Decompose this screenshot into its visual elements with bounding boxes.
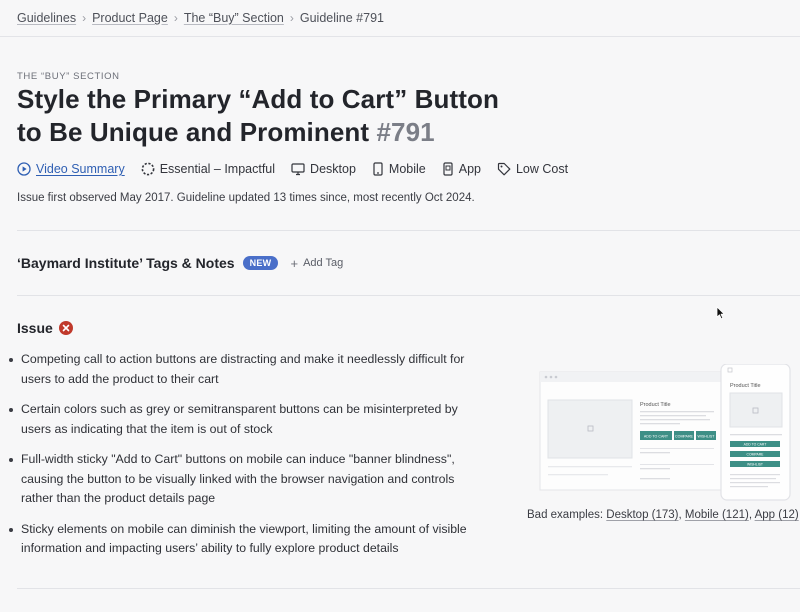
chevron-right-icon: › <box>173 11 178 25</box>
importance-label: Essential – Impactful <box>159 162 276 176</box>
mobile-icon <box>373 162 383 176</box>
app-label: App <box>458 162 481 176</box>
plus-icon: + <box>290 255 299 271</box>
divider <box>17 588 800 589</box>
breadcrumb-buy-section[interactable]: The “Buy” Section <box>184 11 284 25</box>
divider <box>17 295 800 296</box>
new-badge: NEW <box>242 256 279 270</box>
issue-bullet-list: Competing call to action buttons are dis… <box>9 350 479 570</box>
desktop-wishlist: WISHLIST <box>698 434 716 438</box>
list-item: Full-width sticky "Add to Cart" buttons … <box>9 450 479 509</box>
mobile-wishlist: WISHLIST <box>747 462 763 466</box>
desktop-mockup: Product Title ADD TO CART COMPARE WISHLI… <box>539 371 727 491</box>
guideline-meta-row: Video Summary Essential – Impactful Desk… <box>17 160 584 178</box>
play-circle-icon <box>17 162 31 176</box>
bad-examples-label: Bad examples: <box>527 509 604 521</box>
price-tag-icon <box>497 162 511 176</box>
list-item: Certain colors such as grey or semitrans… <box>9 400 479 439</box>
chevron-right-icon: › <box>82 11 87 25</box>
desktop-icon <box>291 163 305 176</box>
bad-example-illustration[interactable]: Product Title ADD TO CART COMPARE WISHLI… <box>538 364 792 504</box>
breadcrumb-product-page[interactable]: Product Page <box>92 11 168 25</box>
issue-history-text: Issue first observed May 2017. Guideline… <box>17 192 475 204</box>
breadcrumb-current: Guideline #791 <box>299 11 384 25</box>
dashed-circle-icon <box>141 162 155 176</box>
title-line-1: Style the Primary “Add to Cart” Button <box>17 84 499 114</box>
divider <box>17 230 800 231</box>
mobile-product-title: Product Title <box>730 383 761 389</box>
cost-label: Low Cost <box>515 162 569 176</box>
title-line-2: to Be Unique and Prominent <box>17 117 370 147</box>
mobile-mockup: Product Title ADD TO CART COMPARE WISHLI… <box>720 364 791 501</box>
page-title: Style the Primary “Add to Cart” Button t… <box>17 83 537 149</box>
chevron-right-icon: › <box>289 11 294 25</box>
breadcrumb-guidelines[interactable]: Guidelines <box>17 11 76 25</box>
platform-app[interactable]: App <box>442 162 481 176</box>
desktop-label: Desktop <box>310 162 356 176</box>
issue-heading-label: Issue <box>17 320 53 336</box>
platform-mobile[interactable]: Mobile <box>372 162 426 176</box>
bad-examples-links: Bad examples: Desktop (173), Mobile (121… <box>527 509 799 521</box>
section-eyebrow: The “Buy” Section <box>17 71 120 82</box>
bad-examples-mobile-link[interactable]: Mobile (121) <box>685 509 749 521</box>
add-tag-button[interactable]: + Add Tag <box>290 256 343 271</box>
desktop-compare: COMPARE <box>675 434 694 438</box>
platform-desktop[interactable]: Desktop <box>291 162 356 176</box>
app-icon <box>443 162 453 176</box>
mobile-compare: COMPARE <box>747 452 765 456</box>
list-item: Competing call to action buttons are dis… <box>9 350 479 389</box>
tags-notes-title: ‘Baymard Institute’ Tags & Notes <box>17 255 235 271</box>
video-summary-label: Video Summary <box>36 162 125 176</box>
importance-tag[interactable]: Essential – Impactful <box>141 162 275 176</box>
mouse-cursor-icon <box>716 306 725 320</box>
error-x-icon <box>58 321 73 335</box>
video-summary-link[interactable]: Video Summary <box>17 162 125 176</box>
list-item: Sticky elements on mobile can diminish t… <box>9 520 479 559</box>
cost-tag[interactable]: Low Cost <box>497 162 568 176</box>
bad-examples-app-link[interactable]: App (12) <box>755 509 799 521</box>
mobile-add-to-cart: ADD TO CART <box>744 442 767 446</box>
desktop-add-to-cart: ADD TO CART <box>644 434 669 438</box>
issue-heading: Issue <box>17 320 73 336</box>
bad-examples-desktop-link[interactable]: Desktop (173) <box>606 509 678 521</box>
breadcrumb: Guidelines › Product Page › The “Buy” Se… <box>0 0 800 37</box>
tags-notes-row: ‘Baymard Institute’ Tags & Notes NEW + A… <box>17 254 343 272</box>
guideline-number: #791 <box>376 117 435 147</box>
mobile-label: Mobile <box>388 162 426 176</box>
add-tag-label: Add Tag <box>303 257 344 269</box>
desktop-product-title: Product Title <box>640 402 671 408</box>
